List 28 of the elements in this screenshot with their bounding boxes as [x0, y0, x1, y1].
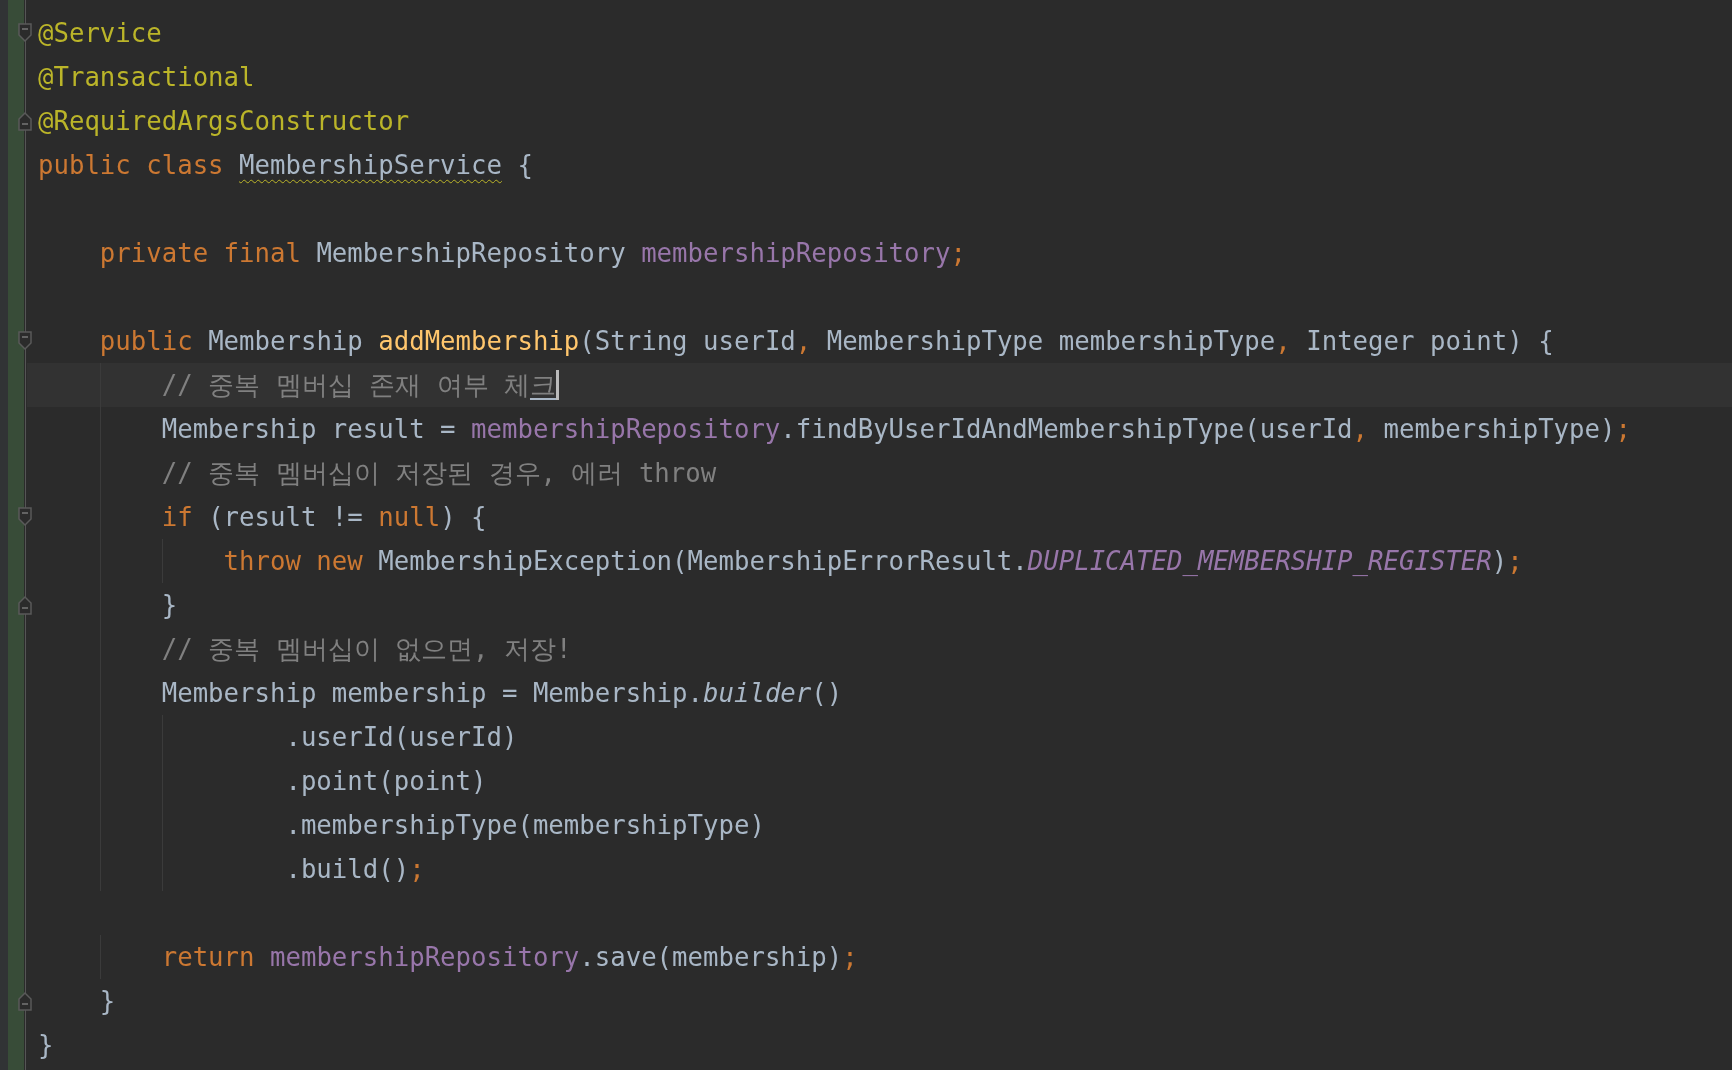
code-line: // 중복 멤버십 존재 여부 체크: [160, 368, 556, 402]
fold-icon[interactable]: [18, 331, 32, 351]
fold-icon[interactable]: [18, 23, 32, 43]
code-line: public class MembershipService {: [38, 150, 533, 180]
code-line: throw new MembershipException(MembershipErrorResult.DUPLICATED_MEMBERSHIP_REGISTER);: [222, 546, 1523, 576]
code-line: .build();: [284, 854, 425, 884]
code-line: }: [38, 1030, 54, 1060]
code-line: return membershipRepository.save(membership);: [160, 942, 858, 972]
code-line: .membershipType(membershipType): [284, 810, 765, 840]
code-line: }: [160, 590, 178, 620]
code-line: // 중복 멤버십이 없으면, 저장!: [160, 632, 572, 666]
fold-icon[interactable]: [18, 111, 32, 131]
code-line: @RequiredArgsConstructor: [38, 106, 410, 136]
fold-icon[interactable]: [18, 991, 32, 1011]
code-line: Membership membership = Membership.builder(): [160, 678, 843, 708]
code-line: @Transactional: [38, 62, 255, 92]
fold-icon[interactable]: [18, 507, 32, 527]
code-line: // 중복 멤버십이 저장된 경우, 에러 throw: [160, 456, 717, 490]
code-line: public Membership addMembership(String userId, MembershipType membershipType, Integer point) {: [98, 326, 1554, 356]
code-line: }: [98, 986, 116, 1016]
text-cursor: [556, 370, 559, 400]
code-line: .point(point): [284, 766, 487, 796]
code-line: .userId(userId): [284, 722, 518, 752]
code-line: @Service: [38, 18, 162, 48]
fold-icon[interactable]: [18, 595, 32, 615]
code-line: private final MembershipRepository membershipRepository;: [98, 238, 966, 268]
code-line: if (result != null) {: [160, 502, 487, 532]
code-line: Membership result = membershipRepository.findByUserIdAndMembershipType(userId, membershipType);: [160, 414, 1631, 444]
